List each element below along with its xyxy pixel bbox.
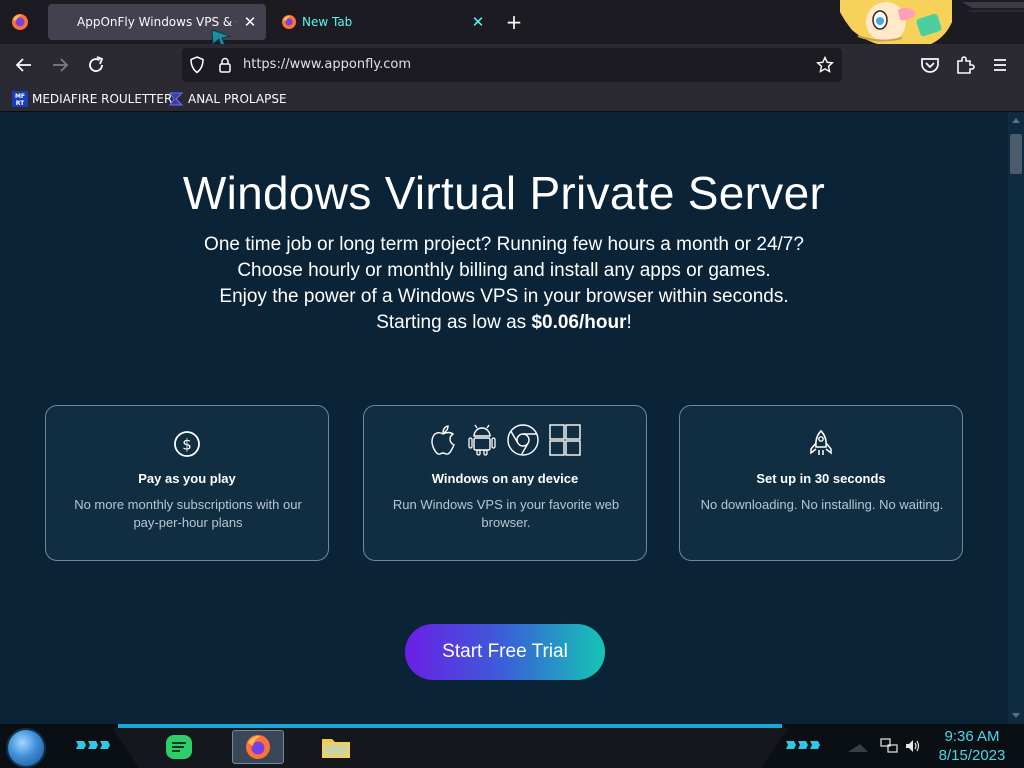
taskbar-glow-strip	[118, 724, 782, 728]
tab-title: New Tab	[302, 15, 353, 29]
hero-line: Choose hourly or monthly billing and ins…	[237, 260, 771, 281]
svg-text:$: $	[182, 436, 192, 454]
card-description: Run Windows VPS in your favorite web bro…	[392, 497, 620, 530]
taskbar-chevron-decoration-icon	[786, 741, 820, 749]
tab-title: AppOnFly Windows VPS & Clo	[77, 15, 237, 29]
price-suffix: !	[626, 312, 632, 333]
scroll-down-arrow-icon[interactable]	[1012, 713, 1020, 718]
notes-app-icon	[166, 735, 192, 759]
hamburger-menu-icon[interactable]	[988, 53, 1012, 77]
extensions-puzzle-icon[interactable]	[953, 53, 977, 77]
url-text[interactable]: https://www.apponfly.com	[243, 57, 411, 72]
android-icon	[468, 424, 496, 456]
card-description: No more monthly subscriptions with our p…	[74, 497, 302, 530]
pocket-icon[interactable]	[918, 53, 942, 77]
feature-card-setup-30-seconds: Set up in 30 seconds No downloading. No …	[679, 405, 963, 561]
anime-mascot-decoration-icon	[840, 0, 952, 48]
clock-time: 9:36 AM	[944, 728, 1000, 745]
card-title: Set up in 30 seconds	[756, 471, 886, 486]
card-title: Windows on any device	[431, 471, 579, 486]
taskbar: 9:36 AM 8/15/2023	[0, 724, 1024, 768]
bookmark-favicon-icon	[169, 92, 184, 106]
bookmark-label: ANAL PROLAPSE	[188, 92, 287, 106]
close-tab-icon[interactable]: ✕	[242, 14, 258, 30]
notes-app-button[interactable]	[161, 730, 197, 764]
system-clock[interactable]: 9:36 AM 8/15/2023	[930, 727, 1014, 765]
reload-icon[interactable]	[84, 53, 108, 77]
back-arrow-icon[interactable]	[12, 53, 36, 77]
taskbar-chevron-decoration-icon	[76, 741, 110, 749]
bookmark-star-icon[interactable]	[816, 56, 834, 74]
navigation-toolbar: https://www.apponfly.com	[0, 44, 1024, 86]
start-button[interactable]	[8, 730, 44, 766]
window-decoration-icon	[962, 2, 1024, 12]
network-icon[interactable]	[880, 738, 898, 754]
firefox-icon	[246, 735, 270, 759]
apponfly-favicon-icon	[57, 14, 73, 30]
url-bar[interactable]: https://www.apponfly.com	[182, 48, 842, 82]
dollar-coin-icon: $	[174, 431, 200, 457]
new-tab-button[interactable]: +	[503, 12, 525, 34]
tab-new-tab[interactable]: New Tab ✕	[272, 4, 494, 40]
bookmark-mediafire-rouletter[interactable]: MF RT MEDIAFIRE ROULETTER	[12, 90, 172, 108]
lock-icon[interactable]	[217, 56, 233, 74]
page-title: Windows Virtual Private Server	[182, 167, 826, 219]
bookmarks-toolbar: MF RT MEDIAFIRE ROULETTER ANAL PROLAPSE	[0, 86, 1024, 112]
taskbar-center-panel	[112, 728, 788, 768]
forward-arrow-icon[interactable]	[48, 53, 72, 77]
windows-icon	[549, 424, 581, 456]
price-line: Starting as low as $0.06/hour!	[0, 310, 1008, 336]
feature-card-windows-on-any-device: Windows on any device Run Windows VPS in…	[363, 405, 647, 561]
firefox-taskbar-button[interactable]	[232, 730, 284, 764]
taskbar-corner-decoration-icon	[848, 744, 868, 752]
card-description: No downloading. No installing. No waitin…	[700, 497, 944, 512]
close-tab-icon[interactable]: ✕	[470, 14, 486, 30]
hero-description: One time job or long term project? Runni…	[0, 232, 1008, 336]
hero-line: One time job or long term project? Runni…	[204, 234, 804, 255]
bookmark-anal-prolapse[interactable]: ANAL PROLAPSE	[168, 90, 287, 108]
card-title: Pay as you play	[138, 471, 236, 486]
clock-date: 8/15/2023	[938, 747, 1006, 764]
svg-text:MF: MF	[15, 93, 25, 100]
start-free-trial-button[interactable]: Start Free Trial	[405, 624, 605, 680]
bookmark-label: MEDIAFIRE ROULETTER	[32, 92, 173, 106]
apple-icon	[431, 425, 455, 455]
page-scrollbar[interactable]	[1008, 112, 1024, 724]
rocket-icon	[810, 429, 832, 455]
file-explorer-button[interactable]	[318, 730, 354, 764]
firefox-icon[interactable]	[10, 12, 30, 32]
scrollbar-thumb[interactable]	[1010, 134, 1022, 174]
tab-bar: AppOnFly Windows VPS & Clo ✕ New Tab ✕ +	[0, 0, 1024, 50]
price-value: $0.06/hour	[531, 312, 627, 333]
volume-icon[interactable]	[904, 738, 922, 754]
web-page-content: Windows Virtual Private Server One time …	[0, 112, 1008, 724]
tracking-protection-shield-icon[interactable]	[189, 56, 205, 74]
svg-text:RT: RT	[16, 100, 25, 107]
firefox-favicon-icon	[282, 15, 296, 29]
scroll-up-arrow-icon[interactable]	[1012, 118, 1020, 123]
chrome-icon	[507, 424, 539, 456]
price-prefix: Starting as low as	[376, 312, 532, 333]
hero-line: Enjoy the power of a Windows VPS in your…	[219, 286, 789, 307]
feature-card-pay-as-you-play: $ Pay as you play No more monthly subscr…	[45, 405, 329, 561]
mediafire-rouletter-favicon-icon: MF RT	[12, 91, 28, 107]
plus-icon: +	[505, 10, 523, 34]
file-explorer-icon	[322, 739, 350, 758]
